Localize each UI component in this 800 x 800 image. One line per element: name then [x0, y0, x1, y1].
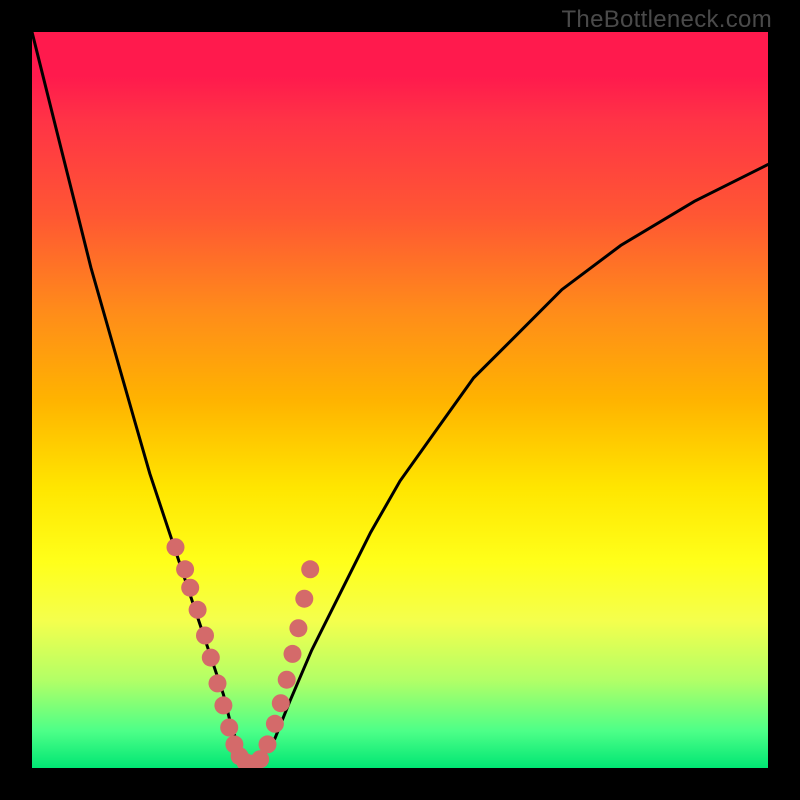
- marker-dot: [196, 627, 214, 645]
- marker-dot: [295, 590, 313, 608]
- marker-dot: [176, 560, 194, 578]
- marker-dot: [181, 579, 199, 597]
- marker-dot: [214, 696, 232, 714]
- marker-dot: [259, 735, 277, 753]
- marker-dot: [189, 601, 207, 619]
- plot-area: [32, 32, 768, 768]
- marker-dot: [220, 719, 238, 737]
- outer-frame: TheBottleneck.com: [0, 0, 800, 800]
- marker-dot: [301, 560, 319, 578]
- marker-dot: [272, 694, 290, 712]
- marker-dot: [266, 715, 284, 733]
- curve-layer: [32, 32, 768, 768]
- marker-dot: [278, 671, 296, 689]
- marker-dot: [202, 649, 220, 667]
- bottleneck-curve: [32, 32, 768, 764]
- marker-group: [167, 538, 320, 768]
- marker-dot: [284, 645, 302, 663]
- marker-dot: [289, 619, 307, 637]
- attribution-text: TheBottleneck.com: [561, 6, 772, 34]
- marker-dot: [167, 538, 185, 556]
- marker-dot: [209, 674, 227, 692]
